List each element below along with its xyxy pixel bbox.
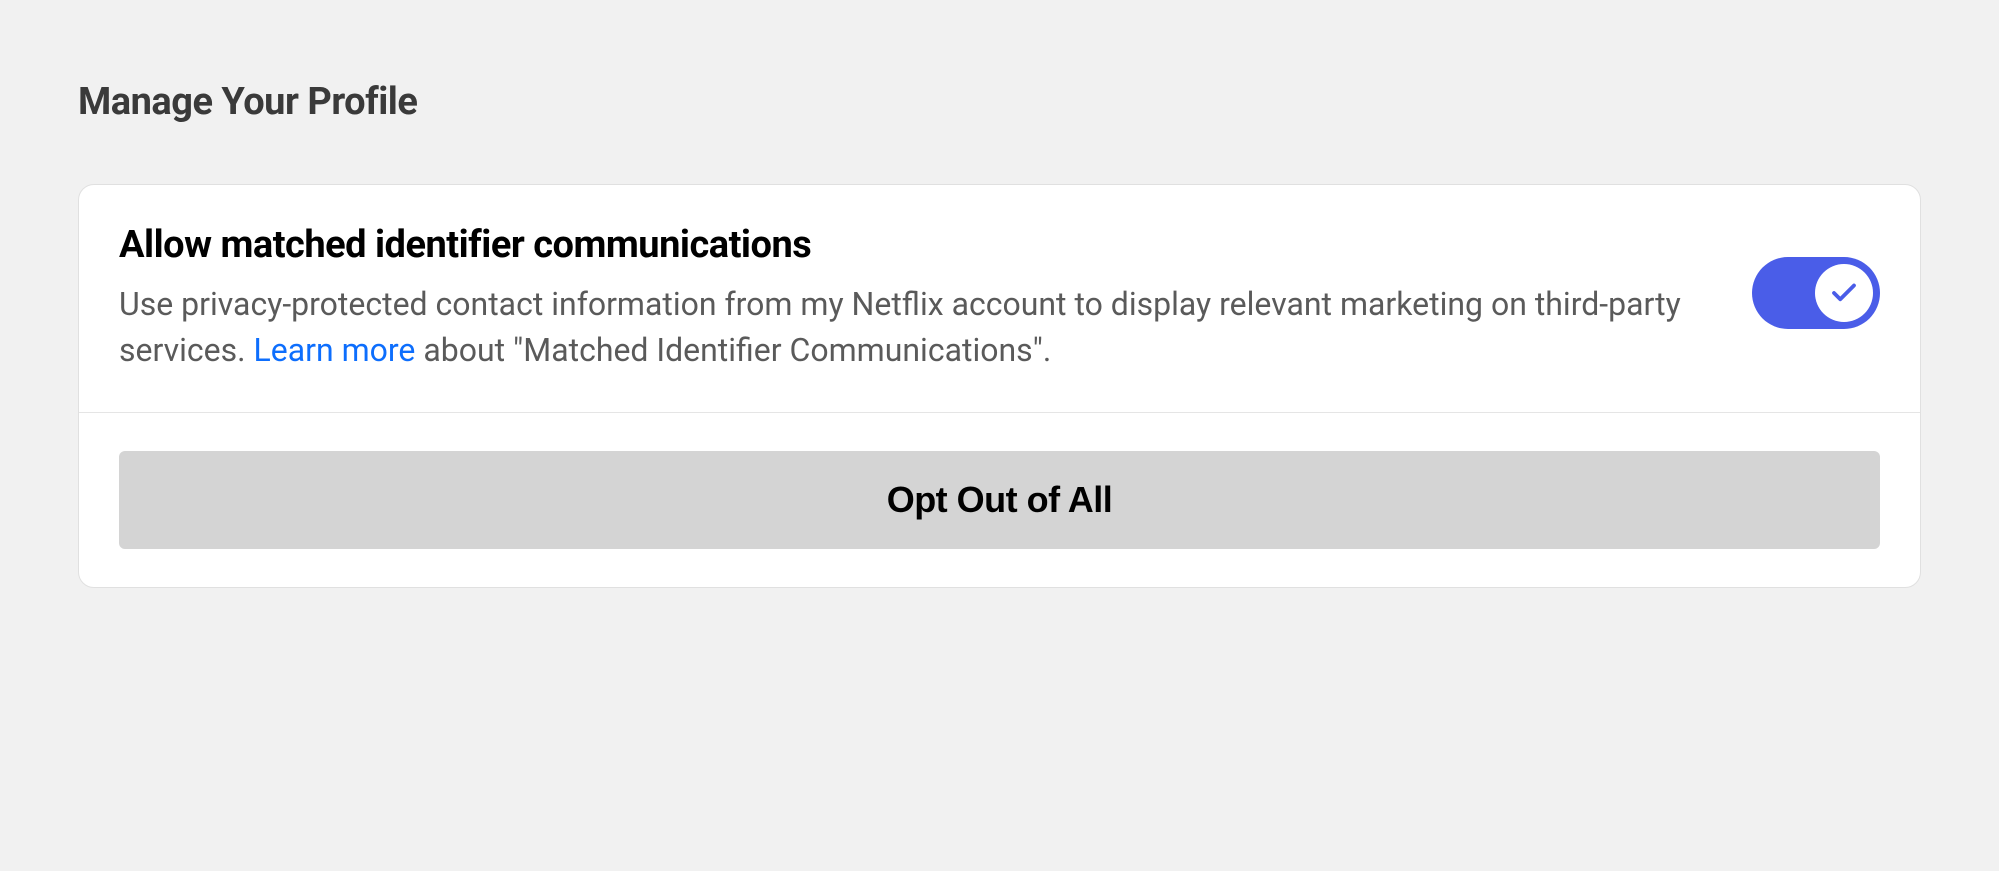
toggle-wrapper [1752,223,1880,329]
setting-heading: Allow matched identifier communications [119,223,1692,267]
button-section: Opt Out of All [79,413,1920,587]
learn-more-link[interactable]: Learn more [254,331,416,369]
opt-out-all-button[interactable]: Opt Out of All [119,451,1880,549]
setting-row: Allow matched identifier communications … [79,185,1920,412]
setting-description-after: about "Matched Identifier Communications… [415,331,1051,369]
setting-text-block: Allow matched identifier communications … [119,223,1692,374]
checkmark-icon [1829,278,1859,308]
settings-card: Allow matched identifier communications … [78,184,1921,588]
matched-identifier-toggle[interactable] [1752,257,1880,329]
page-title: Manage Your Profile [78,80,1921,124]
toggle-knob [1815,264,1873,322]
setting-description: Use privacy-protected contact informatio… [119,281,1692,374]
